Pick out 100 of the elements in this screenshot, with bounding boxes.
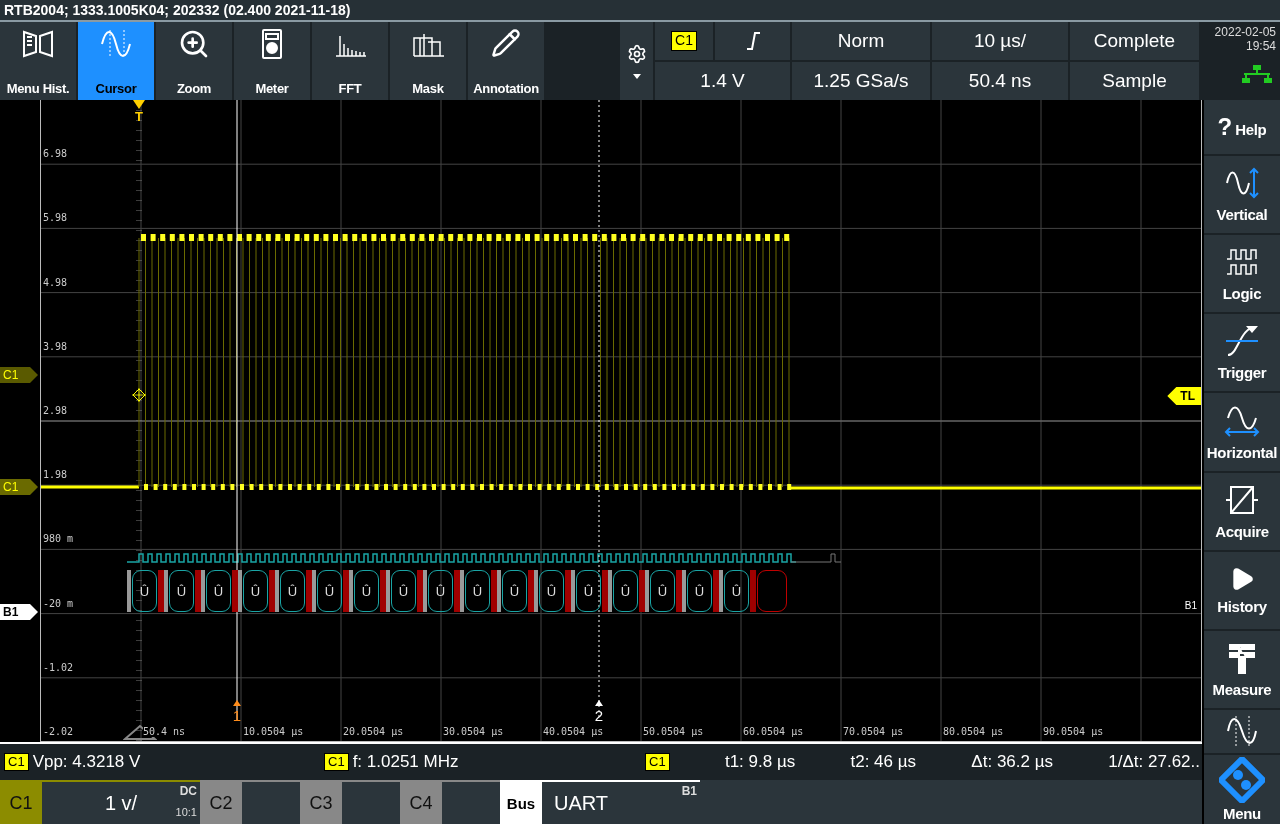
menu-button[interactable]: Menu [1204, 754, 1280, 824]
vertical-scale: 1 v/ [104, 791, 138, 815]
decoded-byte: Û [243, 570, 268, 612]
stop-bit-marker [565, 570, 571, 612]
crosshair-marker-icon [132, 388, 146, 402]
cursor-button[interactable] [1204, 710, 1280, 753]
stop-bit-marker [195, 570, 201, 612]
stop-bit-marker [232, 570, 238, 612]
start-bit-marker [460, 570, 464, 612]
toolbar-button[interactable]: Mask [390, 22, 466, 100]
decoded-byte: Û [687, 570, 712, 612]
start-bit-marker [386, 570, 390, 612]
start-bit-marker [645, 570, 649, 612]
axis-label: 980 m [43, 533, 74, 545]
channel-tab[interactable]: C3 [300, 780, 342, 824]
channel-tab[interactable]: C1 [0, 780, 42, 824]
start-bit-marker [127, 570, 131, 612]
sidebar-button[interactable]: Trigger [1204, 314, 1280, 392]
start-bit-marker [423, 570, 427, 612]
channel-tab[interactable]: C2 [200, 780, 242, 824]
measurement-value: Vpp: 4.3218 V [32, 752, 141, 772]
decoded-byte: Û [132, 570, 157, 612]
toolbar-button[interactable]: Meter [234, 22, 310, 100]
stop-bit-marker [750, 570, 756, 612]
partial-frame [757, 570, 787, 612]
decoded-byte: Û [650, 570, 675, 612]
sidebar-button[interactable]: Horizontal [1204, 393, 1280, 471]
pencil-icon [491, 28, 521, 58]
sample-rate[interactable]: 1.25 GSa/s [792, 62, 930, 100]
toolbar-button[interactable]: Menu Hist. [0, 22, 76, 100]
settings-icon[interactable] [626, 43, 647, 64]
sidebar-button[interactable]: Measure [1204, 630, 1280, 709]
trigger-channel-marker[interactable]: C1 [0, 367, 38, 383]
caret-icon[interactable] [632, 73, 641, 79]
decoded-byte: Û [465, 570, 490, 612]
trigger-level[interactable]: 1.4 V [655, 62, 790, 100]
axis-label: 40.0504 µs [543, 726, 604, 737]
bus-marker[interactable]: B1 [0, 604, 38, 620]
axis-label: -2.02 [43, 726, 74, 737]
axis-label: 5.98 [43, 212, 68, 224]
diamond-logo-icon [1219, 756, 1265, 803]
stop-bit-marker [417, 570, 423, 612]
cursor-label[interactable]: 2 [593, 700, 605, 723]
cursor-readout: t2: 46 µs [850, 752, 917, 772]
window-title: RTB2004; 1333.1005K04; 202332 (02.400 2021-11-18) [0, 0, 1280, 22]
sidebar-button[interactable]: History [1204, 551, 1280, 629]
decoded-byte: Û [169, 570, 194, 612]
sidebar-button[interactable]: Vertical [1204, 156, 1280, 234]
time-text: 19:54 [1245, 39, 1276, 53]
bus-name: B1 [681, 784, 697, 798]
vertical-scale-icon [1224, 166, 1260, 201]
start-bit-marker [534, 570, 538, 612]
decoded-byte: Û [206, 570, 231, 612]
start-bit-marker [608, 570, 612, 612]
trigger-slope-cell[interactable] [715, 22, 790, 60]
start-bit-marker [312, 570, 316, 612]
channel-badge: C1 [645, 752, 670, 772]
decoded-byte: Û [539, 570, 564, 612]
stop-bit-marker [676, 570, 682, 612]
sidebar-button[interactable]: ?Help [1204, 100, 1280, 154]
measurement-value: f: 1.0251 MHz [352, 752, 459, 772]
axis-label: 30.0504 µs [443, 726, 504, 737]
bus-protocol: UART [554, 791, 609, 815]
toolbar-button[interactable]: Cursor [78, 22, 154, 100]
channel-badge: C1 [324, 752, 349, 772]
start-bit-marker [571, 570, 575, 612]
acquisition-state[interactable]: Complete [1070, 22, 1199, 60]
toolbar-button[interactable]: Zoom [156, 22, 232, 100]
axis-label: 50.4 ns [143, 726, 186, 737]
sidebar-button[interactable]: Acquire [1204, 472, 1280, 550]
channel-tab[interactable]: C4 [400, 780, 442, 824]
start-bit-marker [497, 570, 501, 612]
trigger-level-marker[interactable]: TL [1167, 387, 1201, 405]
bus-label: B1 [1184, 600, 1197, 611]
start-bit-marker [238, 570, 242, 612]
channel-offset-marker[interactable]: C1 [0, 479, 38, 495]
time-scale[interactable]: 10 µs/ [932, 22, 1068, 60]
acquisition-mode[interactable]: Sample [1070, 62, 1199, 100]
toolbar-button[interactable]: Annotation [468, 22, 544, 100]
stop-bit-marker [528, 570, 534, 612]
sidebar-button[interactable]: Logic [1204, 235, 1280, 313]
decoded-byte: Û [391, 570, 416, 612]
bus-tab[interactable]: Bus [500, 780, 542, 824]
trigger-mode[interactable]: Norm [792, 22, 930, 60]
axis-label: 1.98 [43, 469, 68, 481]
axis-label: 90.0504 µs [1043, 726, 1104, 737]
decoded-byte: Û [502, 570, 527, 612]
network-icon [1242, 65, 1272, 83]
time-offset[interactable]: 50.4 ns [932, 62, 1068, 100]
decoded-byte: Û [576, 570, 601, 612]
toolbar-button[interactable]: FFT [312, 22, 388, 100]
stop-bit-marker [602, 570, 608, 612]
trigger-source-cell[interactable]: C1 [655, 22, 713, 60]
trigger-icon [1224, 324, 1260, 359]
axis-label: 2.98 [43, 405, 68, 416]
rising-edge-icon [745, 32, 760, 50]
axis-label: -20 m [43, 597, 74, 609]
axis-label: 60.0504 µs [743, 726, 804, 737]
stop-bit-marker [491, 570, 497, 612]
decoded-byte: Û [354, 570, 379, 612]
